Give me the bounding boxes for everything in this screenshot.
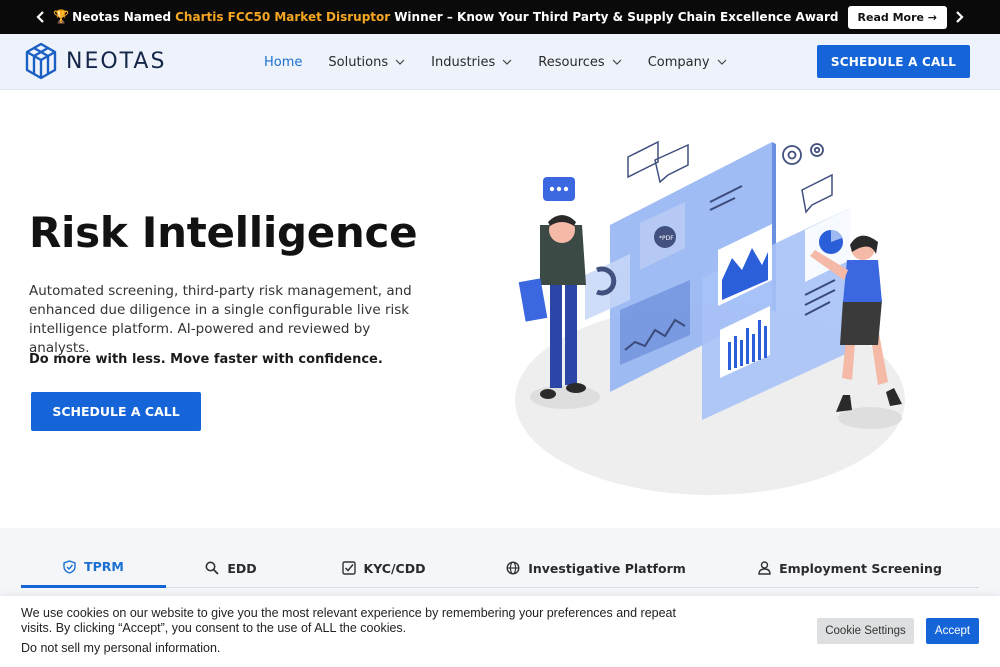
schedule-call-button-hero[interactable]: SCHEDULE A CALL [31,392,201,431]
announcement-message: 🏆 Neotas Named Chartis FCC50 Market Disr… [53,5,948,29]
nav-solutions-label: Solutions [328,54,389,70]
announcement-highlight: Chartis FCC50 Market Disruptor [175,10,391,24]
risk-intelligence-illustration: *PDF [515,140,905,495]
site-header: NEOTAS Home Solutions Industries Resourc… [0,34,1000,90]
user-icon [758,561,771,575]
tab-investigative-platform[interactable]: Investigative Platform [471,548,721,588]
gear-icon [782,143,824,165]
chevron-right-icon [956,11,964,23]
cookie-banner: We use cookies on our website to give yo… [0,596,1000,667]
tab-edd[interactable]: EDD [166,548,296,588]
tab-investigative-platform-label: Investigative Platform [528,560,686,576]
chevron-down-icon [612,59,622,65]
accept-cookies-button[interactable]: Accept [926,618,979,644]
schedule-call-button-header[interactable]: SCHEDULE A CALL [817,45,970,78]
pdf-label: *PDF [659,235,674,242]
nav-industries[interactable]: Industries [431,55,512,70]
logo-text: NEOTAS [66,48,167,74]
read-more-button[interactable]: Read More → [847,5,948,29]
chevron-down-icon [395,59,405,65]
chevron-down-icon [717,59,726,65]
tab-tprm-label: TPRM [84,559,124,574]
next-announcement-button[interactable] [944,0,974,34]
tab-edd-label: EDD [227,560,257,576]
chevron-left-icon [36,11,44,23]
globe-icon [506,561,520,575]
tab-tprm[interactable]: TPRM [21,548,166,588]
tab-employment-screening[interactable]: Employment Screening [721,548,979,588]
nav-home[interactable]: Home [264,55,302,70]
nav-home-label: Home [264,54,303,70]
hero-tagline: Do more with less. Move faster with conf… [29,352,383,367]
announcement-suffix: Winner – Know Your Third Party & Supply … [394,10,839,24]
hero-description: Automated screening, third-party risk ma… [29,283,412,356]
hero-title: Risk Intelligence [29,208,418,257]
nav-company[interactable]: Company [648,55,727,70]
nav-resources[interactable]: Resources [538,54,622,70]
logo-mark-icon [25,42,57,80]
solutions-tabs: TPRM EDD KYC/CDD Investigative Platform … [21,548,979,588]
man-shadow [530,385,600,409]
cookie-text: We use cookies on our website to give yo… [21,606,676,635]
nav-industries-label: Industries [431,54,496,70]
announcement-prefix: Neotas Named [72,10,172,24]
announcement-bar: 🏆 Neotas Named Chartis FCC50 Market Disr… [0,0,1000,34]
cookie-settings-button[interactable]: Cookie Settings [817,618,914,644]
nav-solutions[interactable]: Solutions [328,55,405,70]
neotas-logo[interactable]: NEOTAS [22,42,166,80]
nav-company-label: Company [647,54,710,70]
tab-kyc-cdd-label: KYC/CDD [363,560,426,576]
checkbox-icon [341,561,356,575]
tab-employment-screening-label: Employment Screening [779,560,942,576]
main-nav: Home Solutions Industries Resources Comp… [264,34,753,90]
tab-kyc-cdd[interactable]: KYC/CDD [296,548,471,588]
do-not-sell-link[interactable]: Do not sell my personal information. [21,641,220,655]
chevron-down-icon [502,59,512,65]
prev-announcement-button[interactable] [26,0,56,34]
nav-resources-label: Resources [538,54,605,70]
shield-check-icon [63,559,76,574]
search-icon [205,561,219,575]
